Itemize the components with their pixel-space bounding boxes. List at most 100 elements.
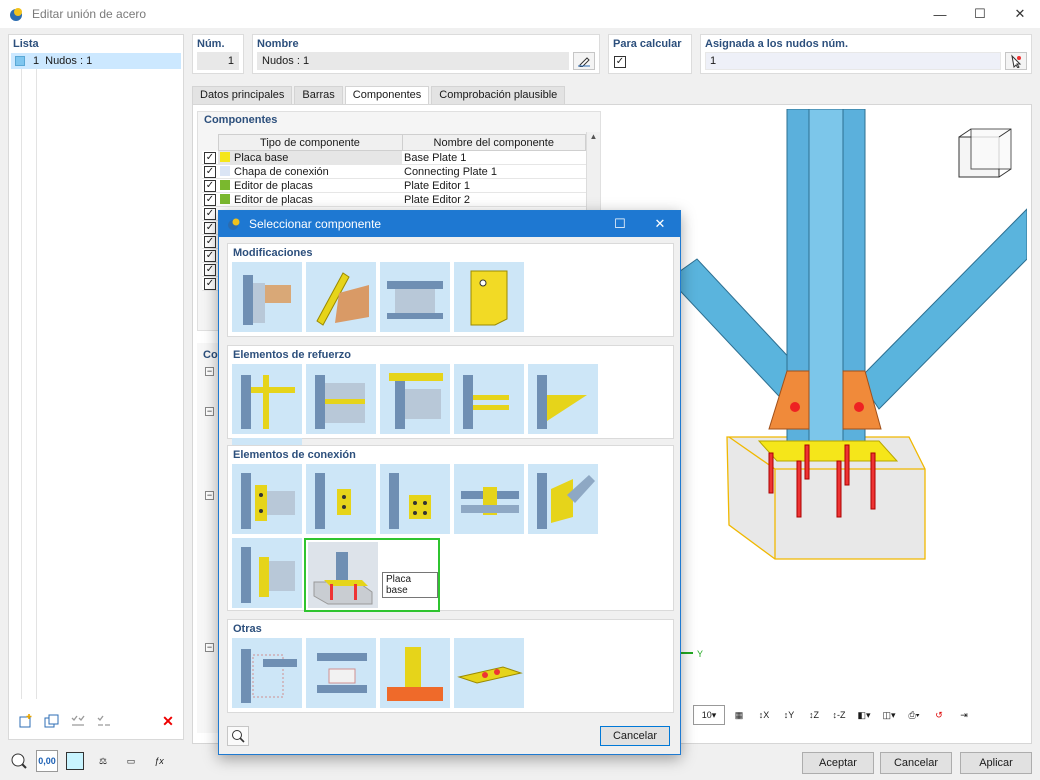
- edit-name-button[interactable]: [573, 52, 595, 70]
- component-tile-bolt-group[interactable]: [454, 638, 524, 708]
- row-checkbox[interactable]: ✓: [204, 236, 216, 248]
- close-button[interactable]: ✕: [1000, 0, 1040, 28]
- section-title: Modificaciones: [233, 247, 313, 259]
- row-checkbox[interactable]: ✓: [204, 250, 216, 262]
- component-tile-cleat[interactable]: [232, 538, 302, 608]
- component-tile-weld-seam[interactable]: [380, 638, 450, 708]
- base-plate-preview: [308, 542, 378, 608]
- render-icon[interactable]: ▦: [728, 705, 750, 725]
- component-tile-modify-member[interactable]: [232, 262, 302, 332]
- row-checkbox[interactable]: ✓: [204, 222, 216, 234]
- row-nombre[interactable]: Base Plate 1: [402, 150, 586, 165]
- component-tile-auxiliary-plane[interactable]: [232, 638, 302, 708]
- num-field[interactable]: 1: [197, 52, 239, 70]
- component-tile-connecting-plate[interactable]: [380, 464, 450, 534]
- component-tile-splice[interactable]: [454, 464, 524, 534]
- row-nombre[interactable]: Plate Editor 2: [402, 192, 586, 207]
- row-nombre[interactable]: Plate Editor 1: [402, 178, 586, 193]
- cancelar-button[interactable]: Cancelar: [880, 752, 952, 774]
- minimize-button[interactable]: —: [920, 0, 960, 28]
- delete-icon[interactable]: ✕: [157, 711, 179, 731]
- asignada-field[interactable]: 1: [705, 52, 1001, 70]
- reset-view-icon[interactable]: ↺: [928, 705, 950, 725]
- row-checkbox[interactable]: ✓: [204, 180, 216, 192]
- dialog-help-icon[interactable]: [227, 726, 249, 746]
- pick-node-button[interactable]: [1005, 52, 1027, 70]
- component-tile-fin-plate[interactable]: [306, 464, 376, 534]
- para-calcular-label: Para calcular: [613, 38, 682, 50]
- tab-componentes[interactable]: Componentes: [344, 86, 430, 104]
- row-checkbox[interactable]: ✓: [204, 278, 216, 290]
- dialog-title-bar: Seleccionar componente ☐ ✕: [219, 211, 680, 237]
- node-icon: [15, 56, 25, 66]
- copy-item-icon[interactable]: [41, 711, 63, 731]
- aceptar-button[interactable]: Aceptar: [802, 752, 874, 774]
- view-minus-z-icon[interactable]: ↕-Z: [828, 705, 850, 725]
- component-tile-trim-member[interactable]: [380, 262, 450, 332]
- row-checkbox[interactable]: ✓: [204, 264, 216, 276]
- col-nombre-header: Nombre del componente: [401, 134, 586, 151]
- transparency-icon[interactable]: ◫▾: [878, 705, 900, 725]
- component-tile-plate-editor[interactable]: [454, 262, 524, 332]
- check-all-icon[interactable]: [67, 711, 89, 731]
- row-nombre[interactable]: Connecting Plate 1: [402, 164, 586, 179]
- help-icon[interactable]: [8, 750, 30, 772]
- list-panel: Lista 1 Nudos : 1 ✕: [8, 34, 184, 740]
- component-tile-stiffener[interactable]: [232, 364, 302, 434]
- view-x-icon[interactable]: ↕X: [753, 705, 775, 725]
- export-icon[interactable]: ⇥: [953, 705, 975, 725]
- component-tile-mesh[interactable]: [306, 638, 376, 708]
- collapse-icon[interactable]: −: [205, 407, 214, 416]
- dialog-cancel-button[interactable]: Cancelar: [600, 726, 670, 746]
- num-box: Núm. 1: [192, 34, 244, 74]
- table-row[interactable]: ✓ Editor de placas Plate Editor 1: [202, 178, 586, 193]
- para-calcular-checkbox[interactable]: ✓: [614, 56, 626, 68]
- tab-datos-principales[interactable]: Datos principales: [192, 86, 293, 104]
- color-icon[interactable]: [64, 750, 86, 772]
- collapse-icon[interactable]: −: [205, 367, 214, 376]
- table-row[interactable]: ✓ Chapa de conexión Connecting Plate 1: [202, 164, 586, 179]
- display-mode-icon[interactable]: ◧▾: [853, 705, 875, 725]
- component-tile-haunch[interactable]: [528, 364, 598, 434]
- zoom-select[interactable]: 10 ▾: [693, 705, 725, 725]
- tab-barras[interactable]: Barras: [294, 86, 343, 104]
- table-row[interactable]: ✓ Placa base Base Plate 1: [202, 150, 586, 165]
- uncheck-all-icon[interactable]: [93, 711, 115, 731]
- collapse-icon[interactable]: −: [205, 491, 214, 500]
- new-item-icon[interactable]: [15, 711, 37, 731]
- view-settings-icon[interactable]: ▭: [120, 750, 142, 772]
- dialog-maximize-button[interactable]: ☐: [600, 211, 640, 237]
- tab-bar: Datos principales Barras Componentes Com…: [192, 86, 567, 104]
- nombre-field[interactable]: Nudos : 1: [257, 52, 569, 70]
- units-icon[interactable]: ⚖: [92, 750, 114, 772]
- decimals-icon[interactable]: 0,00: [36, 750, 58, 772]
- asignada-label: Asignada a los nudos núm.: [705, 38, 849, 50]
- list-item-num: 1: [33, 55, 40, 67]
- table-row[interactable]: ✓ Editor de placas Plate Editor 2: [202, 192, 586, 207]
- collapse-icon[interactable]: −: [205, 643, 214, 652]
- row-checkbox[interactable]: ✓: [204, 194, 216, 206]
- color-swatch: [220, 165, 230, 176]
- component-tile-web-stiffener[interactable]: [306, 364, 376, 434]
- component-tile-gusset[interactable]: [528, 464, 598, 534]
- component-tile-rib[interactable]: [454, 364, 524, 434]
- axis-y-label: Y: [697, 649, 703, 659]
- row-checkbox[interactable]: ✓: [204, 166, 216, 178]
- component-tile-end-plate[interactable]: [232, 464, 302, 534]
- component-tile-cut-plate[interactable]: [306, 262, 376, 332]
- formula-icon[interactable]: ƒx: [148, 750, 170, 772]
- row-checkbox[interactable]: ✓: [204, 208, 216, 220]
- dialog-close-button[interactable]: ✕: [640, 211, 680, 237]
- print-icon[interactable]: ⎙▾: [903, 705, 925, 725]
- view-z-icon[interactable]: ↕Z: [803, 705, 825, 725]
- component-tile-base-plate[interactable]: Placa base: [304, 538, 440, 612]
- view-y-icon[interactable]: ↕Y: [778, 705, 800, 725]
- list-item-nudos[interactable]: 1 Nudos : 1: [11, 53, 181, 69]
- component-tile-flange-plate[interactable]: [380, 364, 450, 434]
- row-checkbox[interactable]: ✓: [204, 151, 216, 164]
- tab-comprobacion-plausible[interactable]: Comprobación plausible: [431, 86, 566, 104]
- nombre-label: Nombre: [257, 38, 299, 50]
- maximize-button[interactable]: ☐: [960, 0, 1000, 28]
- aplicar-button[interactable]: Aplicar: [960, 752, 1032, 774]
- row-tipo: Editor de placas: [234, 193, 313, 206]
